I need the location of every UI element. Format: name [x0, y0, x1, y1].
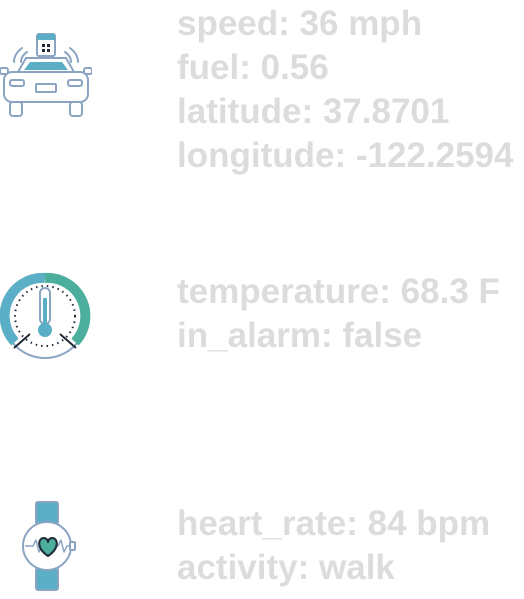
reading-activity: activity: walk — [177, 548, 395, 587]
device-car: speed: 36 mph fuel: 0.56 latitude: 37.87… — [0, 0, 524, 176]
reading-temperature: temperature: 68.3 F — [177, 272, 500, 311]
reading-latitude: latitude: 37.8701 — [177, 92, 450, 131]
reading-fuel: fuel: 0.56 — [177, 48, 329, 87]
smartwatch-heart-icon — [0, 498, 92, 594]
thermostat-gauge-icon — [0, 266, 92, 362]
reading-speed: speed: 36 mph — [177, 4, 423, 43]
connected-car-icon — [0, 28, 93, 128]
device-thermostat: temperature: 68.3 F in_alarm: false — [0, 262, 524, 362]
device-smartwatch: heart_rate: 84 bpm activity: walk — [0, 495, 524, 592]
thermostat-readings: temperature: 68.3 F in_alarm: false — [177, 270, 500, 358]
watch-readings: heart_rate: 84 bpm activity: walk — [177, 502, 490, 590]
reading-heart-rate: heart_rate: 84 bpm — [177, 504, 491, 543]
reading-in-alarm: in_alarm: false — [177, 316, 423, 355]
reading-longitude: longitude: -122.2594 — [177, 136, 514, 175]
car-readings: speed: 36 mph fuel: 0.56 latitude: 37.87… — [177, 2, 513, 178]
